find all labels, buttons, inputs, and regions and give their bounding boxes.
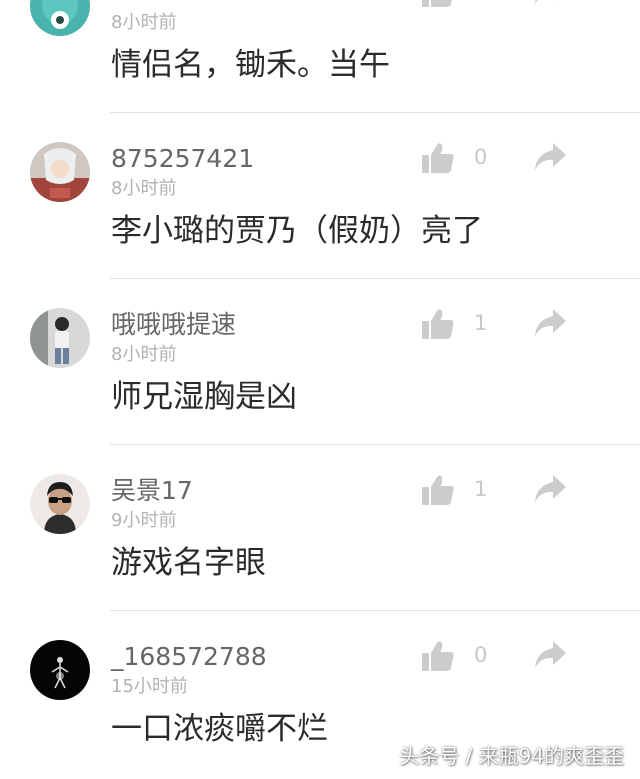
comment-item: 哦哦哦提速 8小时前 师兄湿胸是凶 1 [0,279,640,445]
thumbs-up-icon[interactable] [421,141,455,175]
avatar[interactable] [30,308,90,368]
thumbs-up-icon[interactable] [421,0,455,9]
comment-time: 8小时前 [111,12,177,33]
thumbs-up-icon[interactable] [421,473,455,507]
comment-text: 师兄湿胸是凶 [111,379,297,415]
share-arrow-icon[interactable] [533,473,567,505]
comment-username[interactable]: 吴景17 [111,476,193,506]
avatar[interactable] [30,0,90,36]
comment-text: 一口浓痰嚼不烂 [111,711,328,747]
comment-time: 15小时前 [111,676,188,697]
comment-item: 8小时前 情侣名，锄禾。当午 [0,0,640,113]
watermark: 头条号 / 来瓶94的爽歪歪 [399,744,624,768]
share-arrow-icon[interactable] [533,141,567,173]
comment-text: 李小璐的贾乃（假奶）亮了 [111,213,483,249]
like-count: 1 [474,477,488,501]
comment-time: 8小时前 [111,344,177,365]
comment-text: 情侣名，锄禾。当午 [111,47,390,83]
share-arrow-icon[interactable] [533,0,567,7]
thumbs-up-icon[interactable] [421,307,455,341]
avatar[interactable] [30,142,90,202]
comment-text: 游戏名字眼 [111,545,266,581]
comment-time: 8小时前 [111,178,177,199]
share-arrow-icon[interactable] [533,639,567,671]
like-count: 1 [474,311,488,335]
like-count: 0 [474,145,488,169]
comment-username[interactable]: _168572788 [111,642,267,672]
avatar[interactable] [30,640,90,700]
share-arrow-icon[interactable] [533,307,567,339]
like-count: 0 [474,643,488,667]
avatar[interactable] [30,474,90,534]
comment-item: 吴景17 9小时前 游戏名字眼 1 [0,445,640,611]
comment-item: 875257421 8小时前 李小璐的贾乃（假奶）亮了 0 [0,113,640,279]
comment-username[interactable]: 哦哦哦提速 [111,310,236,340]
comment-time: 9小时前 [111,510,177,531]
comment-username[interactable]: 875257421 [111,144,254,174]
thumbs-up-icon[interactable] [421,639,455,673]
